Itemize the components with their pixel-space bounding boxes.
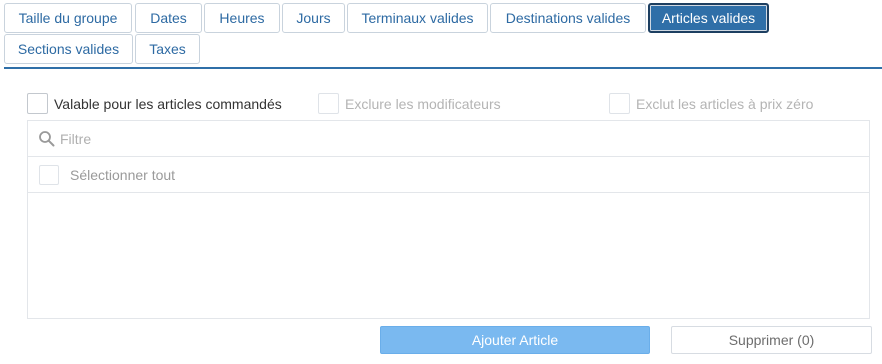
- delete-button[interactable]: Supprimer (0): [671, 326, 872, 354]
- select-all-checkbox[interactable]: [39, 165, 59, 185]
- select-all-row: Sélectionner tout: [28, 157, 869, 193]
- exclude-modifiers-label: Exclure les modificateurs: [345, 96, 501, 112]
- item-list-body: [28, 194, 869, 318]
- tab-underline: [4, 67, 882, 69]
- select-all-label: Sélectionner tout: [70, 167, 176, 183]
- tab-group-size[interactable]: Taille du groupe: [4, 3, 132, 33]
- tab-days[interactable]: Jours: [282, 3, 345, 33]
- item-list-panel: Sélectionner tout: [27, 120, 870, 319]
- ordered-items-checkbox[interactable]: [27, 93, 48, 114]
- tab-valid-destinations[interactable]: Destinations valides: [490, 3, 646, 33]
- exclude-zero-price-checkbox[interactable]: [609, 93, 630, 114]
- ordered-items-label: Valable pour les articles commandés: [54, 96, 282, 112]
- tab-valid-items[interactable]: Articles valides: [648, 3, 769, 33]
- tab-dates[interactable]: Dates: [135, 3, 202, 33]
- tab-taxes[interactable]: Taxes: [135, 34, 200, 64]
- search-icon: [39, 131, 55, 147]
- tab-hours[interactable]: Heures: [204, 3, 280, 33]
- tab-valid-terminals[interactable]: Terminaux valides: [347, 3, 488, 33]
- add-item-button[interactable]: Ajouter Article: [380, 326, 650, 354]
- exclude-zero-price-label: Exclut les articles à prix zéro: [636, 96, 814, 112]
- exclude-modifiers-checkbox[interactable]: [318, 93, 339, 114]
- tab-valid-sections[interactable]: Sections valides: [4, 34, 133, 64]
- filter-input[interactable]: [60, 128, 850, 150]
- filter-row: [28, 121, 869, 157]
